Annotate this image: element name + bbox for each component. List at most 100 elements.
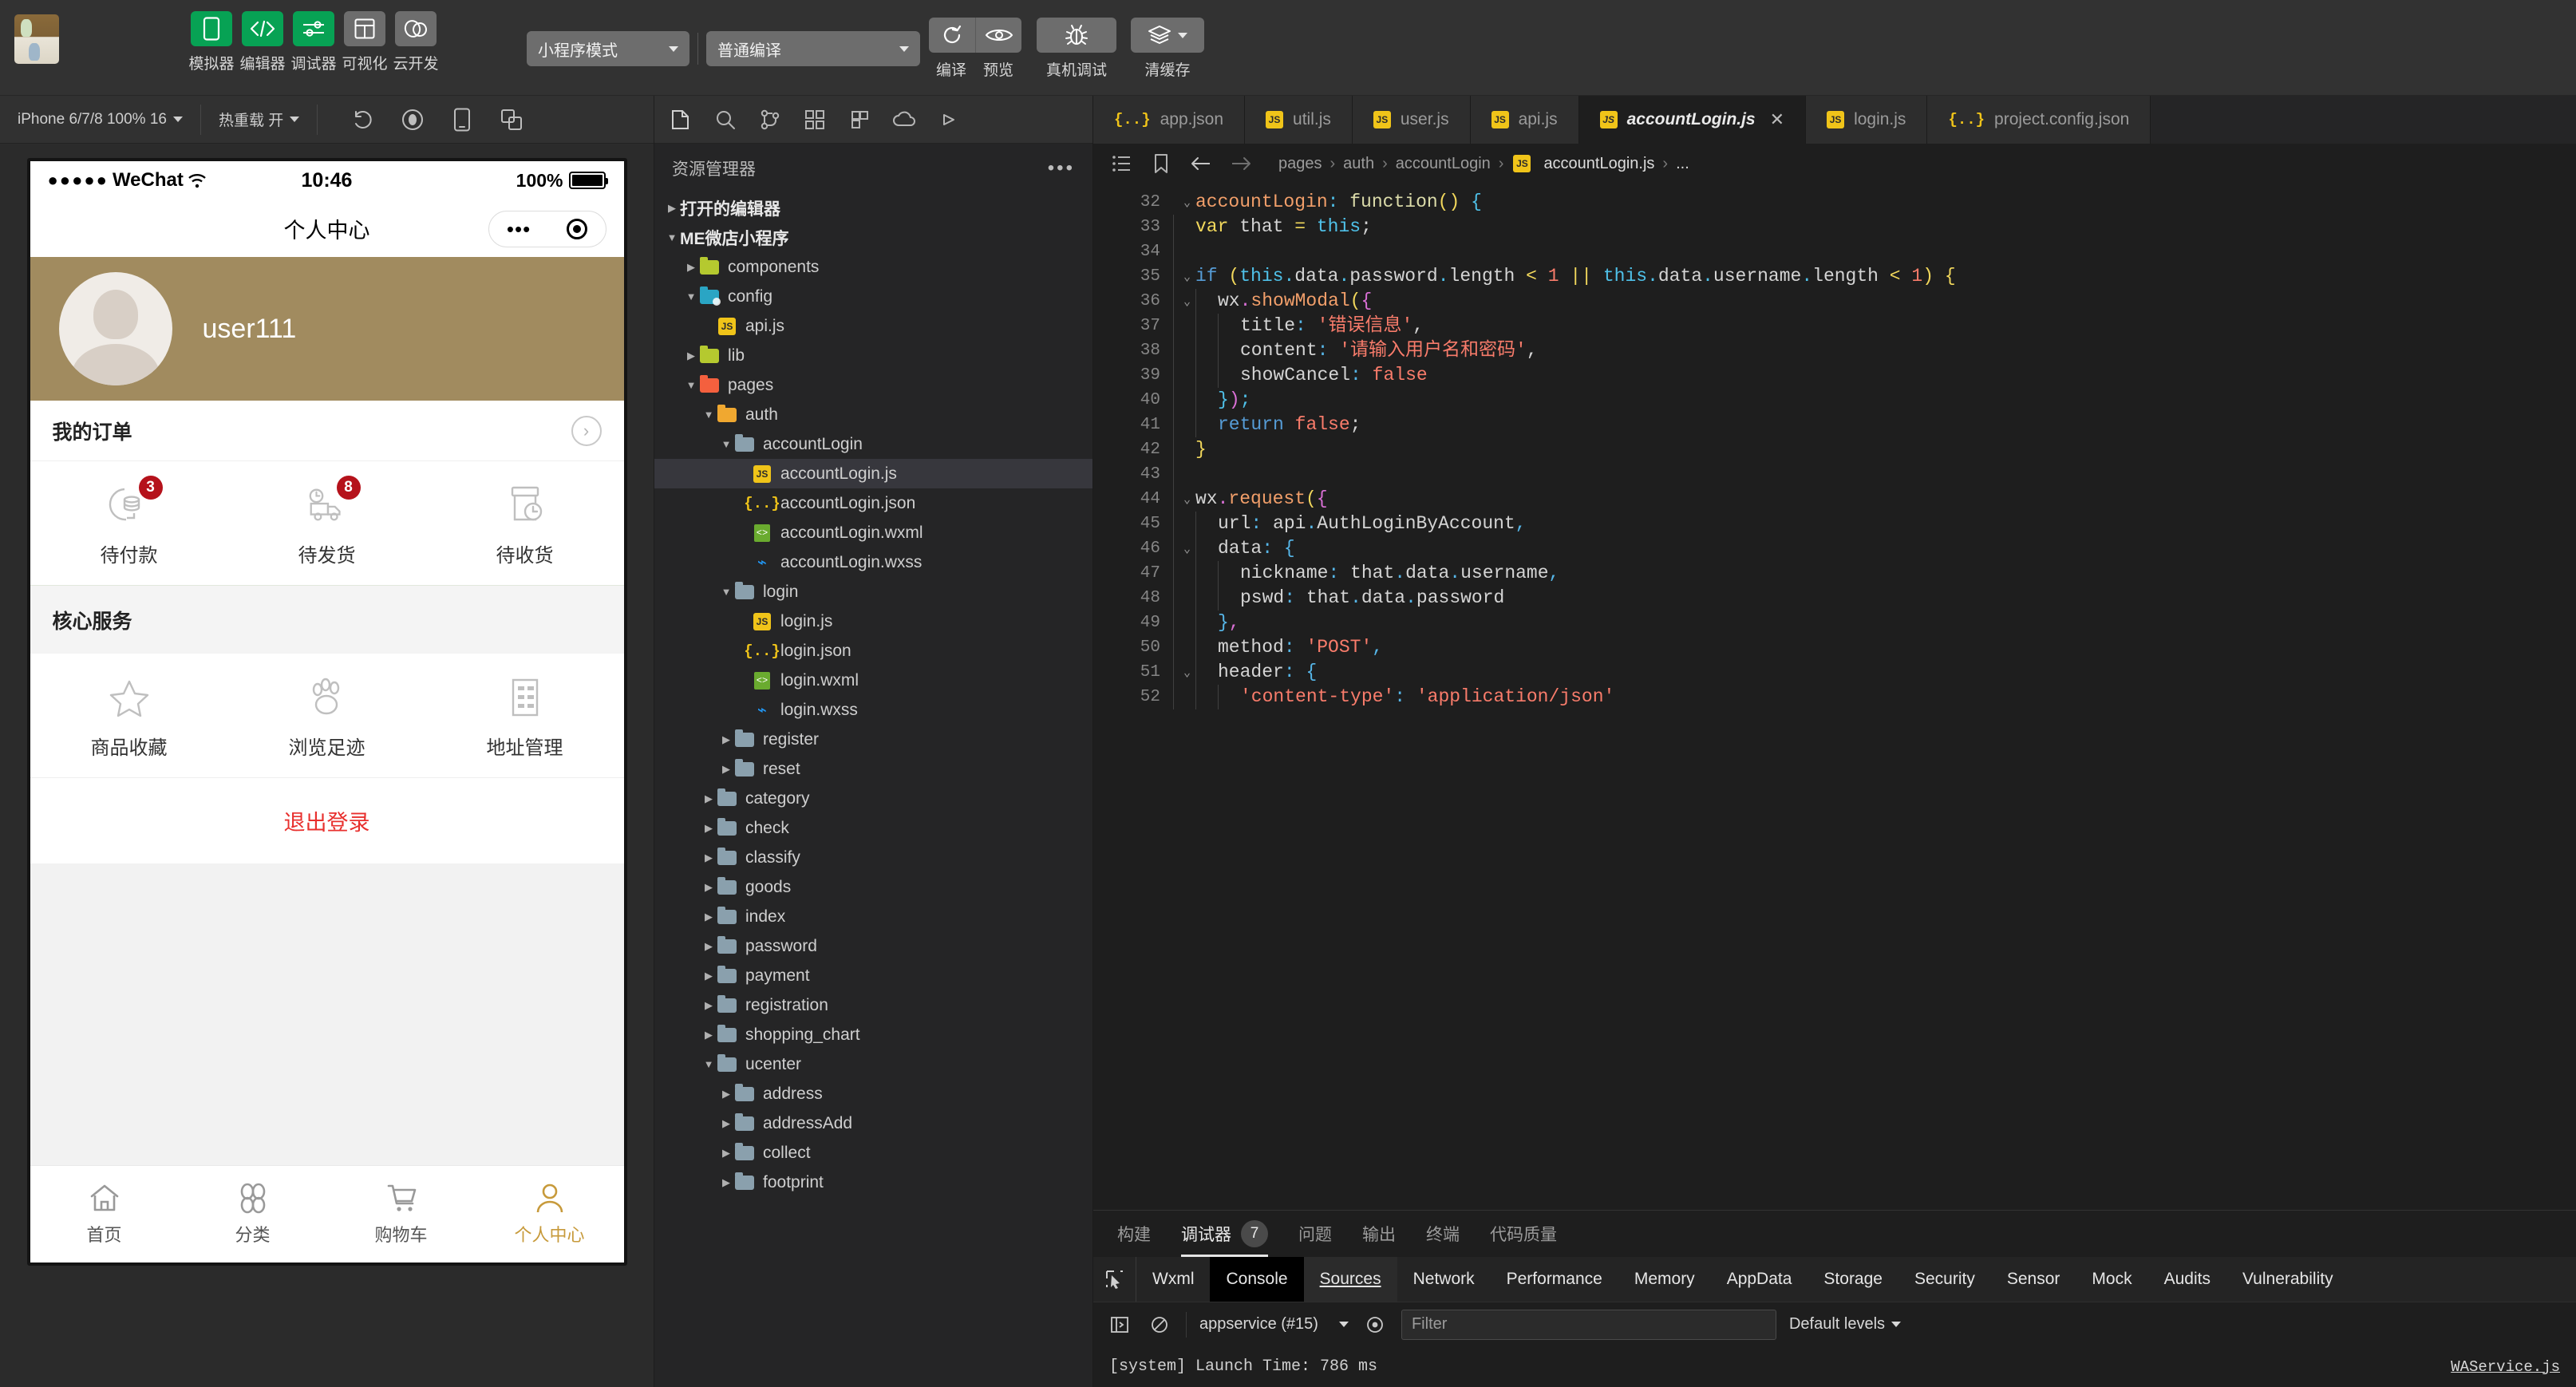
tree-file-login.json[interactable]: {..} login.json [654, 636, 1092, 666]
panel-tab-调试器[interactable]: 调试器 7 [1181, 1211, 1268, 1257]
tree-folder-addressAdd[interactable]: ▶ addressAdd [654, 1108, 1092, 1138]
explorer-more-icon[interactable]: ••• [1048, 157, 1075, 180]
devtools-tab-sensor[interactable]: Sensor [1991, 1257, 2076, 1302]
fold-chevron-icon[interactable]: ⌄ [1183, 665, 1191, 680]
device-icon[interactable] [448, 106, 476, 133]
tree-file-accountLogin.wxss[interactable]: ⌁ accountLogin.wxss [654, 547, 1092, 577]
chevron-right-icon[interactable]: ▶ [701, 852, 717, 864]
source-control-icon[interactable] [755, 105, 785, 135]
close-target-icon[interactable] [567, 219, 588, 239]
chevron-down-icon[interactable]: ▼ [718, 438, 734, 450]
extensions-icon[interactable] [800, 105, 830, 135]
tree-folder-index[interactable]: ▶ index [654, 902, 1092, 931]
fold-chevron-icon[interactable]: ⌄ [1183, 294, 1191, 309]
devtools-tab-security[interactable]: Security [1898, 1257, 1991, 1302]
tabbar-item-cart[interactable]: 购物车 [327, 1166, 476, 1263]
chevron-right-icon[interactable]: ▶ [701, 999, 717, 1012]
panel-tab-构建[interactable]: 构建 [1117, 1211, 1151, 1257]
toolbar-cloud-button[interactable]: 云开发 [393, 11, 439, 73]
devtools-tab-vulnerability[interactable]: Vulnerability [2226, 1257, 2349, 1302]
breadcrumb-segment[interactable]: ... [1676, 155, 1689, 173]
code-editor[interactable]: 32 ⌄ 33 34 35 ⌄ 36 ⌄ 37 38 39 40 41 42 43 44 ⌄ 45 46 ⌄ 47 48 4… [1093, 184, 2576, 1210]
tabbar-item-category[interactable]: 分类 [179, 1166, 327, 1263]
tree-file-accountLogin.wxml[interactable]: <> accountLogin.wxml [654, 518, 1092, 547]
wechat-capsule[interactable]: ••• [488, 211, 606, 247]
toolbar-editor-button[interactable]: 编辑器 [240, 11, 286, 73]
tree-folder-lib[interactable]: ▶ lib [654, 341, 1092, 370]
editor-tab-user.js[interactable]: JS user.js [1352, 96, 1471, 144]
fold-chevron-icon[interactable]: ⌄ [1183, 195, 1191, 210]
chevron-right-icon[interactable]: ▶ [718, 1088, 734, 1101]
debug-icon[interactable] [844, 105, 875, 135]
breadcrumb-segment[interactable]: accountLogin.js [1543, 155, 1654, 173]
panel-tab-代码质量[interactable]: 代码质量 [1490, 1211, 1557, 1257]
rotate-icon[interactable] [350, 106, 377, 133]
breadcrumb-segment[interactable]: pages [1278, 155, 1322, 173]
toolbar-debugger-button[interactable]: 调试器 [291, 11, 337, 73]
tree-folder-check[interactable]: ▶ check [654, 813, 1092, 843]
panel-tab-问题[interactable]: 问题 [1298, 1211, 1332, 1257]
service-item-collect[interactable]: 商品收藏 [30, 674, 228, 760]
toolbar-simulator-button[interactable]: 模拟器 [189, 11, 235, 73]
inspect-element-icon[interactable] [1093, 1257, 1136, 1302]
chevron-right-icon[interactable]: ▶ [683, 261, 699, 274]
tree-folder-shopping_chart[interactable]: ▶ shopping_chart [654, 1020, 1092, 1049]
tree-folder-registration[interactable]: ▶ registration [654, 990, 1092, 1020]
console-context-select[interactable]: appservice (#15) [1199, 1315, 1349, 1334]
devtools-tab-audits[interactable]: Audits [2148, 1257, 2226, 1302]
breadcrumb[interactable]: pages › auth › accountLogin › JS accountLogin.j… [1278, 155, 1689, 173]
devtools-tab-wxml[interactable]: Wxml [1136, 1257, 1210, 1302]
editor-tab-api.js[interactable]: JS api.js [1470, 96, 1579, 144]
detach-icon[interactable] [498, 106, 525, 133]
tree-file-login.wxss[interactable]: ⌁ login.wxss [654, 695, 1092, 725]
chevron-right-icon[interactable]: ▶ [718, 763, 734, 776]
console-filter-input[interactable]: Filter [1401, 1309, 1776, 1340]
tree-folder-config[interactable]: ▼ config [654, 282, 1092, 311]
tabbar-item-home[interactable]: 首页 [30, 1166, 179, 1263]
close-icon[interactable]: ✕ [1770, 109, 1784, 130]
tree-folder-payment[interactable]: ▶ payment [654, 961, 1092, 990]
devtools-tab-storage[interactable]: Storage [1808, 1257, 1898, 1302]
hot-reload-select[interactable]: 热重载 开 [201, 96, 317, 144]
service-item-footprint[interactable]: 浏览足迹 [228, 674, 426, 760]
chevron-right-icon[interactable]: ▶ [718, 1117, 734, 1130]
device-select[interactable]: iPhone 6/7/8 100% 16 [0, 96, 200, 144]
chevron-right-icon[interactable]: ▶ [683, 350, 699, 362]
tabbar-item-profile[interactable]: 个人中心 [476, 1166, 624, 1263]
chevron-right-icon[interactable]: ▶ [701, 881, 717, 894]
code-content[interactable]: accountLogin: function() { var that = th… [1173, 184, 2576, 1210]
devtools-tab-network[interactable]: Network [1397, 1257, 1491, 1302]
breadcrumb-segment[interactable]: auth [1343, 155, 1374, 173]
console-levels-select[interactable]: Default levels [1789, 1315, 1902, 1334]
cloud-icon[interactable] [889, 105, 919, 135]
bookmark-icon[interactable] [1149, 152, 1173, 176]
breadcrumb-segment[interactable]: accountLogin [1396, 155, 1491, 173]
chevron-down-icon[interactable]: ▼ [701, 409, 717, 421]
record-icon[interactable] [399, 106, 426, 133]
devtools-tab-console[interactable]: Console [1210, 1257, 1304, 1302]
chevron-right-icon[interactable]: ▶ [718, 1147, 734, 1160]
order-item-pending-receipt[interactable]: 待收货 [426, 482, 624, 567]
chevron-down-icon[interactable]: ▼ [718, 586, 734, 598]
chevron-right-icon[interactable]: ▶ [701, 792, 717, 805]
editor-tab-project.config.json[interactable]: {..} project.config.json [1927, 96, 2151, 144]
chevron-right-icon[interactable]: › [571, 415, 602, 446]
fold-chevron-icon[interactable]: ⌄ [1183, 269, 1191, 284]
logout-button[interactable]: 退出登录 [30, 777, 624, 863]
tree-file-api.js[interactable]: JS api.js [654, 311, 1092, 341]
tree-folder-password[interactable]: ▶ password [654, 931, 1092, 961]
chevron-right-icon[interactable]: ▶ [701, 1029, 717, 1041]
tree-folder-components[interactable]: ▶ components [654, 252, 1092, 282]
tree-file-accountLogin.json[interactable]: {..} accountLogin.json [654, 488, 1092, 518]
clear-cache-button[interactable] [1131, 18, 1204, 53]
chevron-right-icon[interactable]: ▶ [701, 970, 717, 982]
chevron-right-icon[interactable]: ▶ [718, 1176, 734, 1189]
tree-folder-goods[interactable]: ▶ goods [654, 872, 1092, 902]
devtools-tab-memory[interactable]: Memory [1618, 1257, 1711, 1302]
chevron-down-icon[interactable]: ▼ [683, 290, 699, 302]
clear-console-icon[interactable] [1146, 1311, 1173, 1338]
panel-tab-终端[interactable]: 终端 [1426, 1211, 1460, 1257]
tree-file-login.js[interactable]: JS login.js [654, 607, 1092, 636]
tree-folder-reset[interactable]: ▶ reset [654, 754, 1092, 784]
panel-tab-输出[interactable]: 输出 [1362, 1211, 1396, 1257]
